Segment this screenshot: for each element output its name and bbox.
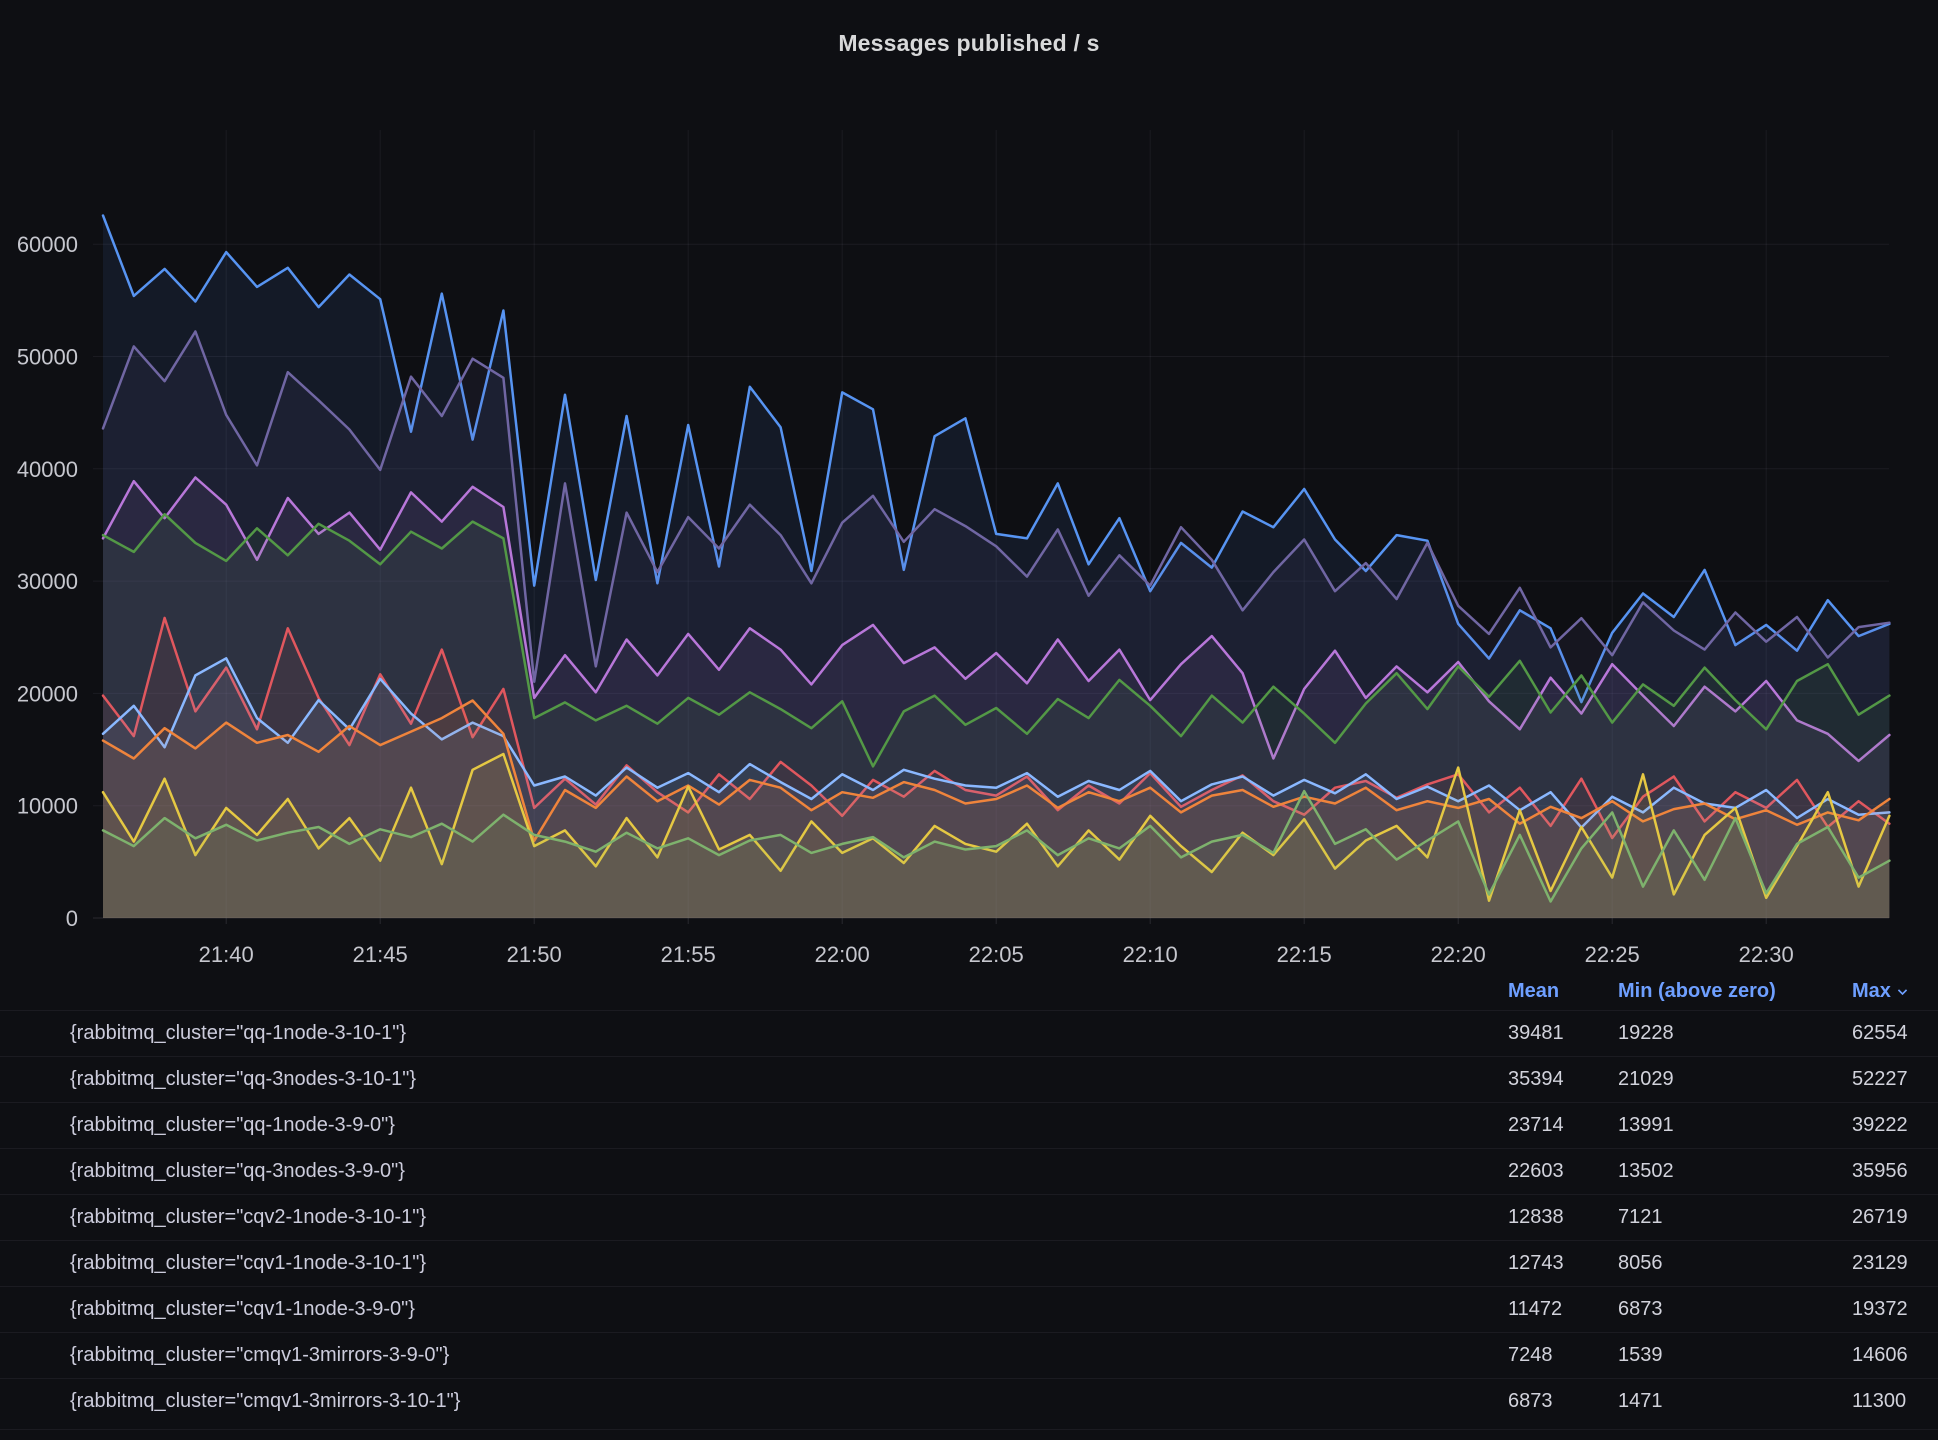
- series-max-value: 62554: [1852, 1022, 1928, 1045]
- series-max-value: 52227: [1852, 1068, 1928, 1091]
- grafana-panel: Messages published / s 01000020000300004…: [0, 0, 1938, 1440]
- series-mean-value: 22603: [1508, 1160, 1618, 1183]
- series-mean-value: 12743: [1508, 1252, 1618, 1275]
- legend-row: {rabbitmq_cluster="qq-3nodes-3-10-1"} 35…: [0, 1056, 1938, 1102]
- series-min-value: 13502: [1618, 1160, 1852, 1183]
- series-mean-value: 6873: [1508, 1390, 1618, 1413]
- series-max-value: 26719: [1852, 1206, 1928, 1229]
- series-mean-value: 7248: [1508, 1344, 1618, 1367]
- x-axis-tick-label: 21:40: [199, 942, 254, 967]
- series-max-value: 11300: [1852, 1390, 1928, 1413]
- x-axis-tick-label: 22:30: [1739, 942, 1794, 967]
- legend-rows: {rabbitmq_cluster="qq-1node-3-10-1"} 394…: [0, 1010, 1938, 1424]
- y-axis-tick-label: 20000: [17, 681, 78, 706]
- legend-header-min[interactable]: Min (above zero): [1618, 980, 1852, 1003]
- series-label[interactable]: {rabbitmq_cluster="cqv1-1node-3-9-0"}: [70, 1298, 1508, 1321]
- series-min-value: 1539: [1618, 1344, 1852, 1367]
- legend-row: {rabbitmq_cluster="qq-1node-3-9-0"} 2371…: [0, 1102, 1938, 1148]
- y-axis-tick-label: 0: [66, 906, 78, 931]
- chevron-down-icon: [1896, 985, 1909, 998]
- timeseries-plot[interactable]: 0 10000 20000 30000 40000 50000 60000 21:40 21:4…: [0, 0, 1938, 972]
- series-label[interactable]: {rabbitmq_cluster="cmqv1-3mirrors-3-10-1…: [70, 1390, 1508, 1413]
- series-min-value: 21029: [1618, 1068, 1852, 1091]
- legend-bottom-border: [0, 1429, 1938, 1430]
- legend-row: {rabbitmq_cluster="cqv1-1node-3-10-1"} 1…: [0, 1240, 1938, 1286]
- series-mean-value: 11472: [1508, 1298, 1618, 1321]
- y-axis-tick-label: 50000: [17, 345, 78, 370]
- legend-row: {rabbitmq_cluster="qq-3nodes-3-9-0"} 226…: [0, 1148, 1938, 1194]
- series-max-value: 39222: [1852, 1114, 1928, 1137]
- x-axis-tick-label: 22:15: [1277, 942, 1332, 967]
- y-axis-tick-label: 60000: [17, 232, 78, 257]
- legend-row: {rabbitmq_cluster="cqv1-1node-3-9-0"} 11…: [0, 1286, 1938, 1332]
- legend-header-max[interactable]: Max: [1852, 980, 1928, 1003]
- series-label[interactable]: {rabbitmq_cluster="cqv1-1node-3-10-1"}: [70, 1252, 1508, 1275]
- legend-header-row: Mean Min (above zero) Max: [0, 972, 1938, 1010]
- legend-row: {rabbitmq_cluster="cmqv1-3mirrors-3-9-0"…: [0, 1332, 1938, 1378]
- series-max-value: 14606: [1852, 1344, 1928, 1367]
- series-max-value: 23129: [1852, 1252, 1928, 1275]
- x-axis-tick-label: 22:00: [815, 942, 870, 967]
- series-label[interactable]: {rabbitmq_cluster="cmqv1-3mirrors-3-9-0"…: [70, 1344, 1508, 1367]
- series-label[interactable]: {rabbitmq_cluster="qq-3nodes-3-10-1"}: [70, 1068, 1508, 1091]
- x-axis-tick-label: 22:05: [969, 942, 1024, 967]
- legend-table: Mean Min (above zero) Max {rabbitmq_clus…: [0, 972, 1938, 1424]
- y-axis-tick-label: 10000: [17, 794, 78, 819]
- y-axis-tick-label: 40000: [17, 457, 78, 482]
- x-axis-tick-label: 22:25: [1585, 942, 1640, 967]
- legend-row: {rabbitmq_cluster="cqv2-1node-3-10-1"} 1…: [0, 1194, 1938, 1240]
- legend-header-mean[interactable]: Mean: [1508, 980, 1618, 1003]
- x-axis-tick-label: 21:55: [661, 942, 716, 967]
- series-mean-value: 23714: [1508, 1114, 1618, 1137]
- series-label[interactable]: {rabbitmq_cluster="qq-1node-3-9-0"}: [70, 1114, 1508, 1137]
- series-max-value: 19372: [1852, 1298, 1928, 1321]
- series-mean-value: 39481: [1508, 1022, 1618, 1045]
- series-mean-value: 35394: [1508, 1068, 1618, 1091]
- series-min-value: 13991: [1618, 1114, 1852, 1137]
- series-min-value: 19228: [1618, 1022, 1852, 1045]
- series-min-value: 7121: [1618, 1206, 1852, 1229]
- x-axis-tick-label: 22:20: [1431, 942, 1486, 967]
- series-mean-value: 12838: [1508, 1206, 1618, 1229]
- series-label[interactable]: {rabbitmq_cluster="cqv2-1node-3-10-1"}: [70, 1206, 1508, 1229]
- series-max-value: 35956: [1852, 1160, 1928, 1183]
- series-min-value: 8056: [1618, 1252, 1852, 1275]
- x-axis-tick-label: 22:10: [1123, 942, 1178, 967]
- series-min-value: 6873: [1618, 1298, 1852, 1321]
- x-axis-tick-label: 21:50: [507, 942, 562, 967]
- series-label[interactable]: {rabbitmq_cluster="qq-3nodes-3-9-0"}: [70, 1160, 1508, 1183]
- legend-row: {rabbitmq_cluster="qq-1node-3-10-1"} 394…: [0, 1010, 1938, 1056]
- series-label[interactable]: {rabbitmq_cluster="qq-1node-3-10-1"}: [70, 1022, 1508, 1045]
- series-min-value: 1471: [1618, 1390, 1852, 1413]
- legend-row: {rabbitmq_cluster="cmqv1-3mirrors-3-10-1…: [0, 1378, 1938, 1424]
- x-axis-tick-label: 21:45: [353, 942, 408, 967]
- y-axis-tick-label: 30000: [17, 569, 78, 594]
